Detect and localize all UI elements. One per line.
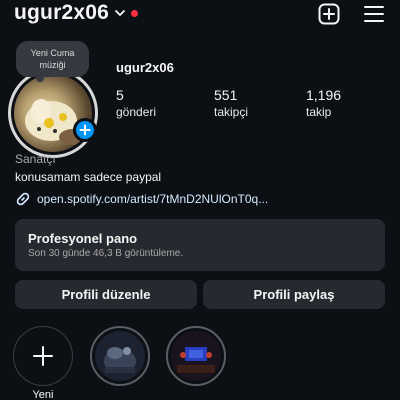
- highlight-cover-image: [95, 331, 145, 381]
- profile-name: ugur2x06: [116, 60, 174, 75]
- plus-icon: [33, 346, 53, 366]
- note-bubble[interactable]: Yeni Cuma müziği: [16, 41, 89, 77]
- highlight-item[interactable]: [166, 326, 226, 386]
- account-switcher[interactable]: ugur2x06: [14, 1, 138, 25]
- professional-dashboard[interactable]: Profesyonel pano Son 30 günde 46,3 B gör…: [15, 219, 385, 271]
- stat-following-value: 1,196: [306, 87, 342, 103]
- note-line-2: müziği: [39, 60, 66, 70]
- top-bar: ugur2x06: [0, 0, 400, 30]
- stat-followers-label: takipçi: [214, 105, 249, 119]
- link-icon: [16, 192, 30, 206]
- profile-bio: konusamam sadece paypal: [15, 170, 162, 184]
- stat-following[interactable]: 1,196 takip: [306, 86, 341, 120]
- highlight-item[interactable]: [90, 326, 150, 386]
- add-story-button[interactable]: [73, 118, 97, 142]
- new-highlight-button[interactable]: [13, 326, 73, 386]
- new-highlight-label: Yeni: [32, 389, 54, 400]
- plus-icon: [79, 124, 91, 136]
- profile-link-text: open.spotify.com/artist/7tMnD2NUlOnT0q..…: [37, 192, 269, 206]
- stat-posts-label: gönderi: [116, 105, 157, 119]
- profile-category: Sanatçı: [15, 152, 56, 166]
- header-username: ugur2x06: [14, 1, 109, 24]
- edit-profile-button[interactable]: Profili düzenle: [15, 280, 197, 309]
- profile-avatar[interactable]: [8, 68, 98, 158]
- highlight-cover-image: [171, 331, 221, 381]
- dashboard-title: Profesyonel pano: [28, 231, 138, 246]
- profile-link[interactable]: open.spotify.com/artist/7tMnD2NUlOnT0q..…: [15, 191, 268, 207]
- stat-followers-value: 551: [214, 87, 238, 103]
- stat-posts-value: 5: [116, 87, 124, 103]
- dashboard-subtitle: Son 30 günde 46,3 B görüntüleme.: [28, 248, 184, 259]
- create-plus-square-icon[interactable]: [317, 2, 341, 26]
- notification-dot: [130, 9, 138, 17]
- chevron-down-icon: [115, 10, 125, 16]
- stat-posts[interactable]: 5 gönderi: [116, 86, 156, 120]
- note-tail: [36, 74, 44, 82]
- stat-following-label: takip: [306, 105, 332, 119]
- stat-followers[interactable]: 551 takipçi: [214, 86, 248, 120]
- note-line-1: Yeni Cuma: [30, 48, 75, 58]
- share-profile-button[interactable]: Profili paylaş: [203, 280, 385, 309]
- hamburger-menu-icon[interactable]: [362, 2, 386, 26]
- avatar-story-ring: [8, 68, 98, 158]
